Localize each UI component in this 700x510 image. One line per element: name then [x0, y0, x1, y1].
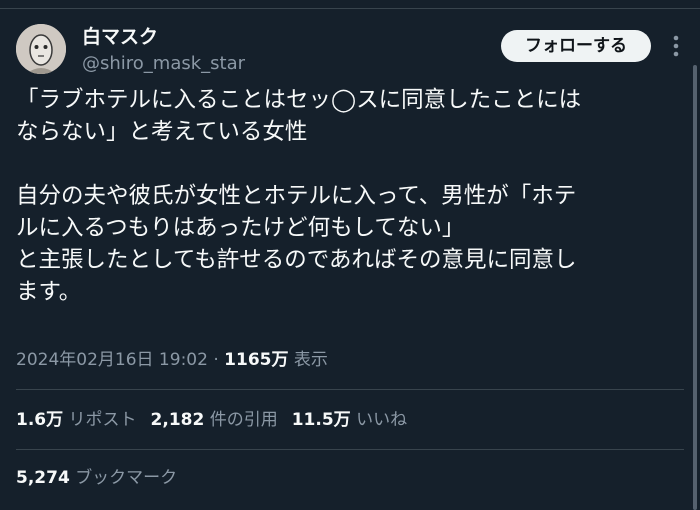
tweet-line: ならない」と考えている女性	[16, 119, 308, 145]
more-options-icon[interactable]	[666, 34, 686, 58]
divider	[16, 389, 684, 390]
quotes-stat[interactable]: 2,182 件の引用	[151, 410, 278, 430]
user-handle[interactable]: @shiro_mask_star	[82, 52, 245, 76]
likes-count: 11.5万	[291, 410, 351, 430]
retweets-count: 1.6万	[16, 410, 64, 430]
follow-button[interactable]: フォローする	[501, 30, 651, 62]
likes-stat[interactable]: 11.5万 いいね	[292, 410, 407, 430]
likes-label: いいね	[356, 410, 408, 430]
tweet-meta: 2024年02月16日 19:02 · 1165万 表示	[16, 346, 328, 374]
quotes-label: 件の引用	[209, 410, 278, 430]
mask-face-avatar-icon	[16, 24, 66, 74]
tweet-line: ルに入るつもりはあったけど何もしてない」	[16, 215, 465, 241]
scrollbar[interactable]	[693, 65, 697, 510]
retweets-label: リポスト	[68, 410, 137, 430]
engagement-stats: 1.6万 リポスト 2,182 件の引用 11.5万 いいね	[16, 406, 407, 434]
tweet-line: 「ラブホテルに入ることはセッ◯スに同意したことには	[16, 87, 582, 113]
tweet-text: 「ラブホテルに入ることはセッ◯スに同意したことには ならない」と考えている女性 …	[16, 84, 684, 308]
bookmarks-count: 5,274	[16, 468, 70, 488]
meta-separator: ·	[207, 350, 225, 370]
retweets-stat[interactable]: 1.6万 リポスト	[16, 410, 137, 430]
top-divider	[0, 8, 700, 9]
user-avatar[interactable]	[16, 24, 66, 74]
tweet-line: ます。	[16, 279, 82, 305]
tweet-line: 自分の夫や彼氏が女性とホテルに入って、男性が「ホテ	[16, 183, 577, 209]
divider	[16, 449, 684, 450]
bookmarks-stat[interactable]: 5,274 ブックマーク	[16, 464, 177, 492]
views-count: 1165万	[224, 350, 289, 370]
tweet-timestamp[interactable]: 2024年02月16日 19:02	[16, 350, 208, 370]
bookmarks-label: ブックマーク	[75, 468, 178, 488]
views-label: 表示	[288, 350, 328, 370]
quotes-count: 2,182	[150, 410, 205, 430]
tweet-line: と主張したとしても許せるのであればその意見に同意し	[16, 247, 577, 273]
user-display-name[interactable]: 白マスク	[82, 24, 158, 50]
